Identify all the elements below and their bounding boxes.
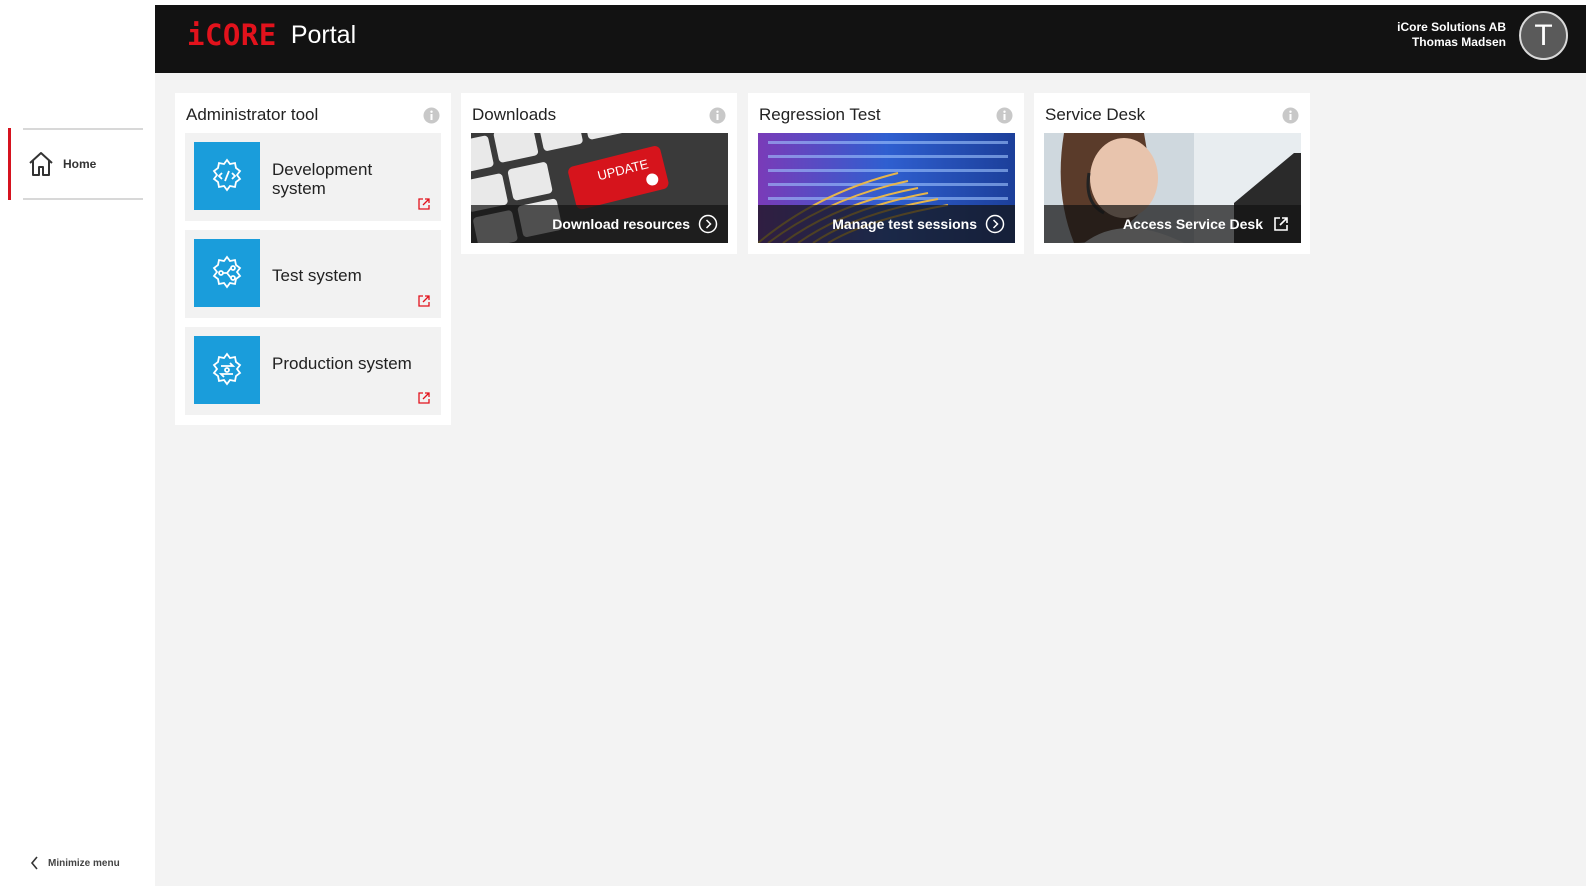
info-icon[interactable] xyxy=(709,107,726,124)
external-link-icon xyxy=(1274,217,1288,231)
sidebar-item-home[interactable]: Home xyxy=(8,128,148,200)
minimize-menu-button[interactable]: Minimize menu xyxy=(28,855,120,871)
sidebar-item-label: Home xyxy=(63,157,97,171)
service-desk-card: Service Desk Access Service Desk xyxy=(1034,93,1310,254)
service-desk-image-link[interactable]: Access Service Desk xyxy=(1044,133,1301,243)
external-link-icon[interactable] xyxy=(417,197,431,211)
brand-logo: iCORE xyxy=(187,18,277,52)
user-info: iCore Solutions AB Thomas Madsen xyxy=(1397,20,1506,50)
avatar[interactable]: T xyxy=(1519,11,1568,60)
system-label: Production system xyxy=(272,354,412,373)
downloads-card: Downloads UPDATE Download resources xyxy=(461,93,737,254)
development-system-tile[interactable]: Development system xyxy=(185,133,441,221)
link-label: Access Service Desk xyxy=(1122,216,1263,232)
external-link-icon[interactable] xyxy=(417,391,431,405)
minimize-menu-label: Minimize menu xyxy=(48,857,120,869)
info-icon[interactable] xyxy=(996,107,1013,124)
card-title: Service Desk xyxy=(1045,105,1146,124)
sidebar: Home Minimize menu xyxy=(0,0,155,896)
user-name: Thomas Madsen xyxy=(1411,35,1506,49)
swap-gear-icon xyxy=(194,336,260,404)
access-service-desk-link[interactable]: Access Service Desk xyxy=(1044,205,1301,243)
company-name: iCore Solutions AB xyxy=(1397,20,1506,34)
downloads-image-link[interactable]: UPDATE Download resources xyxy=(471,133,728,243)
portal-logo[interactable]: iCORE Portal xyxy=(187,18,356,52)
info-icon[interactable] xyxy=(1282,107,1299,124)
download-resources-link[interactable]: Download resources xyxy=(471,205,728,243)
card-title: Downloads xyxy=(472,105,557,124)
regression-image-link[interactable]: Manage test sessions xyxy=(758,133,1015,243)
system-label: Development system xyxy=(272,160,373,198)
production-system-tile[interactable]: Production system xyxy=(185,327,441,415)
chevron-circle-right-icon xyxy=(698,214,718,234)
regression-test-card: Regression Test Manage test sessions xyxy=(748,93,1024,254)
link-label: Download resources xyxy=(552,216,690,232)
top-header: iCORE Portal iCore Solutions AB Thomas M… xyxy=(155,5,1586,73)
card-title: Administrator tool xyxy=(186,105,319,124)
main-content: Administrator tool Development system Te… xyxy=(155,73,1586,886)
link-label: Manage test sessions xyxy=(832,216,977,232)
chevron-left-icon xyxy=(30,856,38,870)
card-title: Regression Test xyxy=(759,105,881,124)
external-link-icon[interactable] xyxy=(417,294,431,308)
code-gear-icon xyxy=(194,142,260,210)
system-label: Test system xyxy=(272,266,362,285)
test-system-tile[interactable]: Test system xyxy=(185,230,441,318)
flow-gear-icon xyxy=(194,239,260,307)
home-icon xyxy=(29,152,53,176)
info-icon[interactable] xyxy=(423,107,440,124)
chevron-circle-right-icon xyxy=(985,214,1005,234)
page-title: Portal xyxy=(290,20,357,49)
manage-test-sessions-link[interactable]: Manage test sessions xyxy=(758,205,1015,243)
admin-tool-card: Administrator tool Development system Te… xyxy=(175,93,451,425)
